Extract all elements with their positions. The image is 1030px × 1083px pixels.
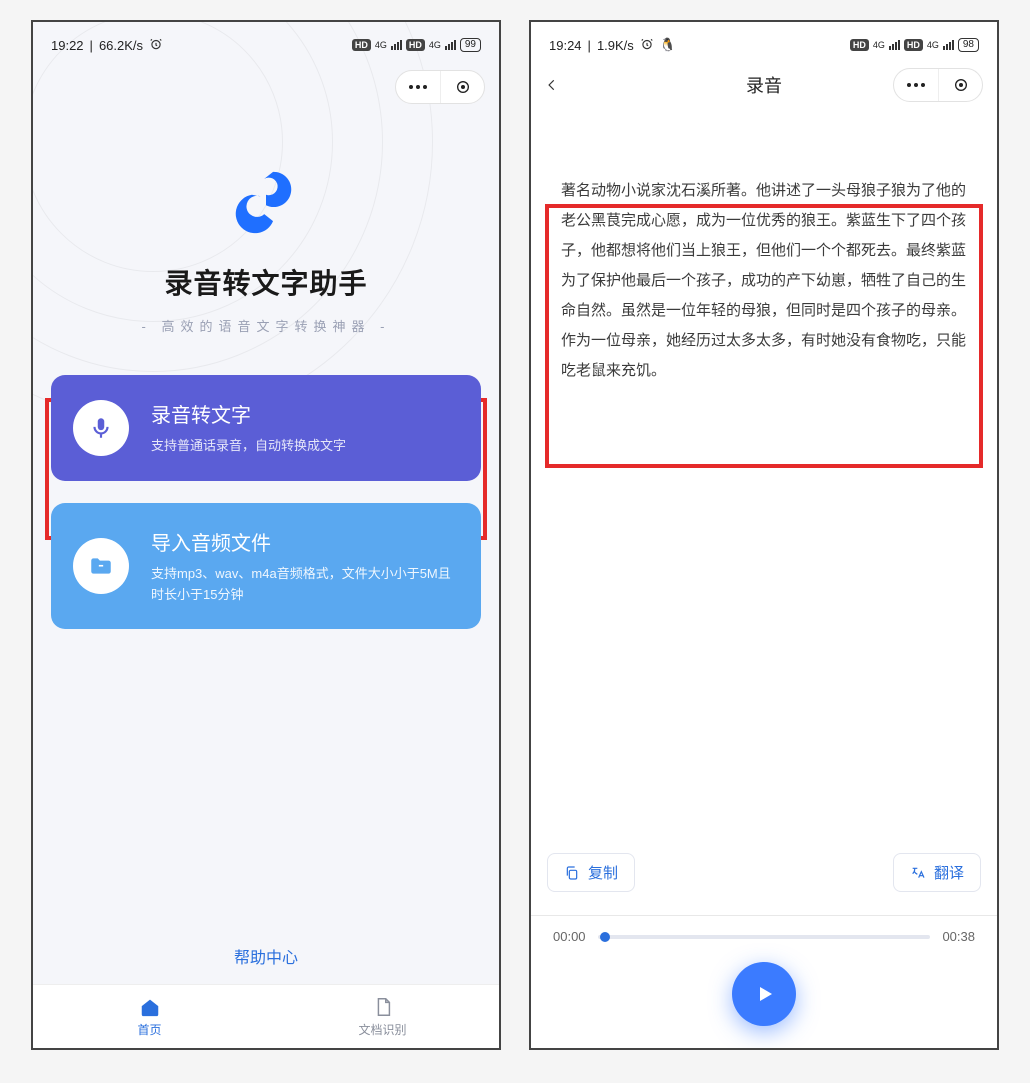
phone-home: 19:22 | 66.2K/s HD 4G HD 4G 99 [31,20,501,1050]
more-icon [409,85,427,89]
status-bar: 19:22 | 66.2K/s HD 4G HD 4G 99 [33,28,499,62]
sig-4g-2: 4G [927,40,939,50]
divider [531,915,997,916]
status-bar: 19:24 | 1.9K/s 🐧 HD 4G HD 4G 98 [531,28,997,62]
more-icon [907,83,925,87]
chevron-left-icon [545,74,559,96]
status-net: 1.9K/s [597,38,634,53]
home-icon [139,996,161,1018]
app-subtitle: - 高效的语音文字转换神器 - [33,316,499,335]
card-record-to-text[interactable]: 录音转文字 支持普通话录音，自动转换成文字 [51,375,481,481]
battery-indicator: 99 [460,38,481,52]
status-net: 66.2K/s [99,38,143,53]
audio-player: 00:00 00:38 [531,917,997,1048]
copy-icon [564,865,580,881]
card-record-title: 录音转文字 [151,399,346,428]
play-icon [752,982,776,1006]
back-button[interactable] [545,68,585,102]
battery-indicator: 98 [958,38,979,52]
signal-bars-icon [889,40,900,50]
app-logo-icon [222,156,310,244]
tab-home-label: 首页 [137,1021,161,1038]
tab-home[interactable]: 首页 [33,985,266,1048]
capsule-close-button[interactable] [938,68,982,102]
alarm-icon [149,37,163,54]
card-import-desc: 支持mp3、wav、m4a音频格式，文件大小小于5M且时长小于15分钟 [151,564,459,606]
copy-label: 复制 [588,862,618,883]
progress-track[interactable] [598,935,931,939]
capsule-menu-button[interactable] [396,70,440,104]
translate-label: 翻译 [934,862,964,883]
capsule-menu-button[interactable] [894,68,938,102]
transcript-text[interactable]: 著名动物小说家沈石溪所著。他讲述了一头母狼子狼为了他的老公黑茛完成心愿，成为一位… [547,166,981,396]
sig-4g-2: 4G [429,40,441,50]
sig-4g: 4G [375,40,387,50]
progress-knob[interactable] [600,932,610,942]
tab-document-label: 文档识别 [358,1021,406,1038]
status-sep: | [90,38,93,53]
hd-badge: HD [850,39,869,51]
card-record-desc: 支持普通话录音，自动转换成文字 [151,436,346,457]
hd-badge-2: HD [904,39,923,51]
tab-bar: 首页 文档识别 [33,984,499,1048]
phone-transcript: 19:24 | 1.9K/s 🐧 HD 4G HD 4G 98 录音 [529,20,999,1050]
miniprogram-capsule [893,68,983,102]
miniprogram-capsule [395,70,485,104]
qq-penguin-icon: 🐧 [660,37,676,53]
sig-4g: 4G [873,40,885,50]
time-duration: 00:38 [942,929,975,944]
document-icon [372,996,394,1018]
capsule-close-button[interactable] [440,70,484,104]
signal-bars-icon [391,40,402,50]
status-time: 19:24 [549,38,582,53]
signal-bars-icon-2 [943,40,954,50]
card-import-audio[interactable]: 导入音频文件 支持mp3、wav、m4a音频格式，文件大小小于5M且时长小于15… [51,503,481,630]
tab-document[interactable]: 文档识别 [266,985,499,1048]
help-center-link[interactable]: 帮助中心 [33,944,499,968]
folder-icon [73,538,129,594]
microphone-icon [73,400,129,456]
copy-button[interactable]: 复制 [547,853,635,892]
card-import-title: 导入音频文件 [151,527,459,556]
status-time: 19:22 [51,38,84,53]
app-title: 录音转文字助手 [33,262,499,302]
status-sep: | [588,38,591,53]
hd-badge: HD [352,39,371,51]
translate-icon [910,865,926,881]
signal-bars-icon-2 [445,40,456,50]
hd-badge-2: HD [406,39,425,51]
alarm-icon [640,37,654,54]
play-button[interactable] [732,962,796,1026]
page-title: 录音 [746,72,782,98]
translate-button[interactable]: 翻译 [893,853,981,892]
time-current: 00:00 [553,929,586,944]
